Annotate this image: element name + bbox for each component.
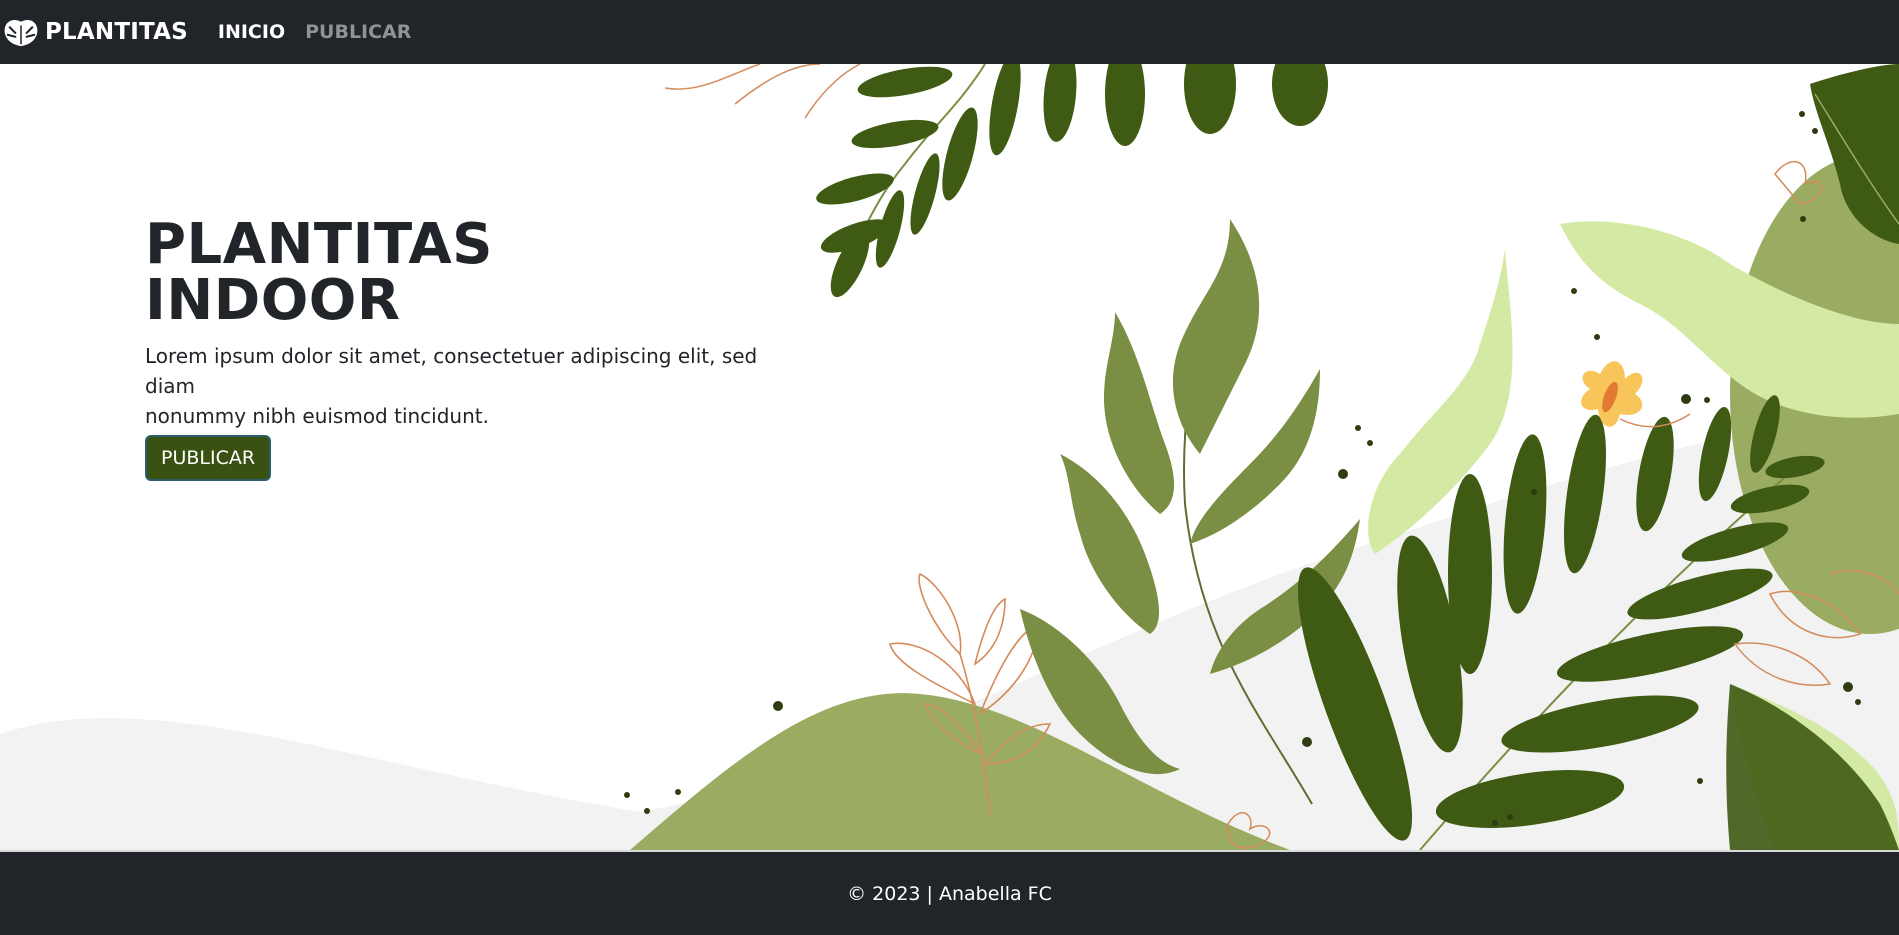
hero-title: PLANTITAS INDOOR <box>145 217 785 329</box>
nav-link-publicar[interactable]: PUBLICAR <box>305 21 411 43</box>
hero-content: PLANTITAS INDOOR Lorem ipsum dolor sit a… <box>145 217 785 481</box>
monstera-leaf-icon <box>4 19 38 47</box>
publicar-button[interactable]: PUBLICAR <box>145 435 272 481</box>
hero-description: Lorem ipsum dolor sit amet, consectetuer… <box>145 341 765 431</box>
hero-description-line2: nonummy nibh euismod tincidunt. <box>145 404 489 428</box>
hero-description-line1: Lorem ipsum dolor sit amet, consectetuer… <box>145 344 758 398</box>
navbar: PLANTITAS INICIO PUBLICAR <box>0 0 1899 64</box>
footer: © 2023 | Anabella FC <box>0 850 1899 935</box>
brand-link[interactable]: PLANTITAS <box>2 16 188 48</box>
hero-title-line2: INDOOR <box>145 268 401 333</box>
nav-links: INICIO PUBLICAR <box>218 21 432 43</box>
nav-link-inicio[interactable]: INICIO <box>218 21 285 43</box>
hero-section: PLANTITAS INDOOR Lorem ipsum dolor sit a… <box>0 64 1899 850</box>
hero-title-line1: PLANTITAS <box>145 212 493 277</box>
brand-name: PLANTITAS <box>45 19 188 45</box>
copyright-text: © 2023 | Anabella FC <box>847 882 1052 905</box>
